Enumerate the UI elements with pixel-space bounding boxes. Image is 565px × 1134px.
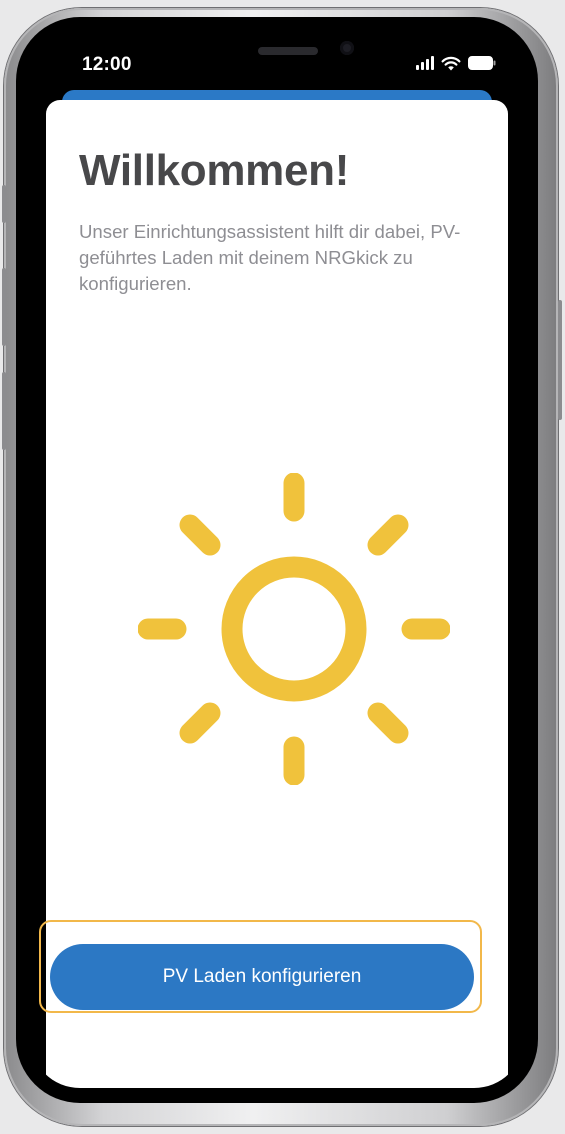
welcome-description: Unser Einrichtungsassistent hilft dir da…	[79, 221, 461, 294]
sun-icon	[138, 473, 450, 785]
sun-rays	[138, 473, 450, 785]
status-icons	[416, 54, 496, 72]
speaker-grille	[258, 47, 318, 55]
wifi-icon	[441, 56, 461, 71]
status-bar: 12:00	[30, 32, 524, 88]
status-time: 12:00	[82, 54, 132, 75]
volume-down-button	[2, 372, 6, 450]
page-title: Willkommen!	[79, 146, 350, 195]
volume-up-button	[2, 268, 6, 346]
device-mockup: 12:00 Willkommen! Unser Einrichtungsassi…	[0, 0, 565, 1134]
sun-core	[221, 556, 367, 702]
cellular-signal-icon	[416, 56, 434, 70]
power-button	[558, 300, 562, 420]
configure-pv-charging-button[interactable]: PV Laden konfigurieren	[50, 944, 474, 1010]
silent-switch	[2, 185, 6, 223]
battery-icon	[468, 56, 496, 70]
front-camera	[340, 41, 354, 55]
